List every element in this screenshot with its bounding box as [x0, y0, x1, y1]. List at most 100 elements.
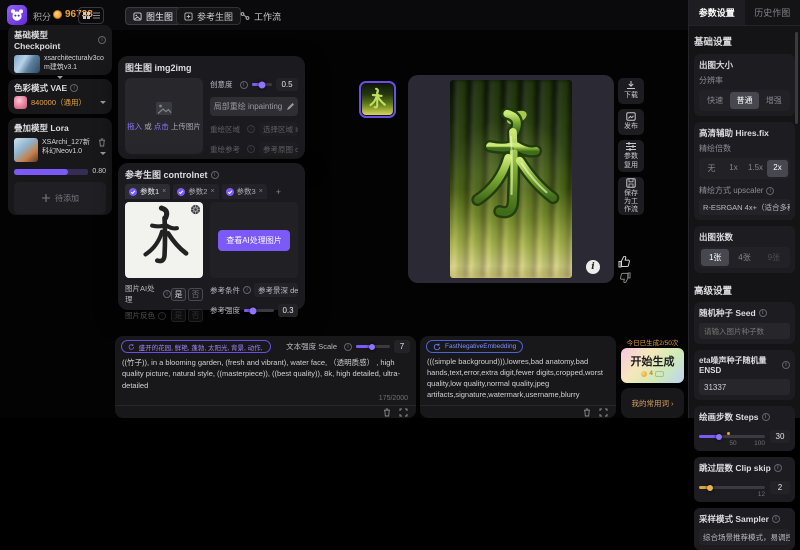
negative-prompt-input[interactable]: (((simple background))),lowres,bad anato… — [427, 357, 609, 401]
publish-button[interactable]: 发布 — [618, 109, 644, 135]
img2img-panel: 图生图 img2img 拖入 或 点击 上传图片 创意度i 0.5 局部重绘 — [118, 56, 305, 159]
info-icon[interactable]: i — [163, 290, 171, 298]
thumbs-down-icon[interactable] — [619, 272, 631, 283]
expand-icon[interactable] — [599, 408, 608, 417]
tab-img2img[interactable]: 图生图 — [125, 7, 181, 25]
sampler-select[interactable]: 综合场景推荐模式，易调控 (DP — [699, 529, 790, 545]
trash-icon[interactable] — [383, 408, 391, 417]
add-tab-icon[interactable]: + — [270, 187, 287, 197]
multiple-none[interactable]: 无 — [701, 160, 722, 177]
info-icon[interactable]: i — [344, 343, 352, 351]
info-icon[interactable]: i — [772, 515, 780, 523]
count-1[interactable]: 1张 — [701, 249, 729, 266]
info-icon[interactable]: i — [240, 81, 248, 89]
app-logo[interactable] — [7, 5, 27, 25]
scale-slider[interactable] — [356, 345, 390, 348]
gear-icon[interactable] — [190, 204, 201, 215]
favorite-words-button[interactable]: 我的常用词 › — [621, 388, 684, 418]
info-icon[interactable]: i — [70, 84, 78, 92]
resolution-normal[interactable]: 普通 — [730, 92, 758, 109]
multiple-2x[interactable]: 2x — [767, 160, 788, 177]
tab-history[interactable]: 历史作图 — [745, 0, 800, 26]
ai-process-toggle[interactable]: 是 否 — [171, 288, 203, 301]
clip-skip-value[interactable]: 2 — [770, 481, 790, 494]
panel-scrollbar[interactable] — [795, 32, 798, 124]
denoise-value[interactable]: 0.5 — [276, 78, 298, 91]
inpaint-button[interactable]: 局部重绘 inpainting — [210, 97, 298, 116]
controlnet-tab-3[interactable]: 参数3 × — [222, 184, 267, 199]
chevron-down-icon[interactable] — [100, 152, 106, 155]
upscaler-select[interactable]: R-ESRGAN 4x+（适合多种风 — [699, 199, 790, 215]
close-icon[interactable]: × — [259, 188, 263, 195]
check-circle-icon — [129, 188, 137, 196]
tab-parameter-settings[interactable]: 参数设置 — [689, 0, 745, 25]
multiple-1x[interactable]: 1x — [723, 160, 744, 177]
controlnet-ref-image[interactable] — [125, 202, 203, 278]
steps-value[interactable]: 30 — [770, 430, 790, 443]
image-info-icon[interactable]: i — [586, 260, 600, 274]
trash-icon[interactable] — [98, 138, 106, 147]
ensd-input[interactable] — [699, 379, 790, 395]
save-workflow-button[interactable]: 保存为工作流 — [618, 177, 644, 215]
controlnet-tab-2[interactable]: 参数2 × — [173, 184, 218, 199]
controlnet-tab-1[interactable]: 参数1 × — [125, 184, 170, 199]
tab-workflow[interactable]: 工作流 — [240, 7, 281, 25]
lora-item[interactable]: XSArchi_127新科幻Neov1.0 — [14, 138, 106, 162]
no-button[interactable]: 否 — [188, 288, 203, 301]
ref-strength-value[interactable]: 0.3 — [278, 304, 298, 317]
count-9[interactable]: 9张 — [760, 249, 788, 266]
vae-select[interactable]: 840000（通用） — [14, 96, 106, 109]
generated-image[interactable] — [450, 80, 572, 278]
generate-button[interactable]: 开始生成 4 — [621, 348, 684, 383]
yes-button[interactable]: 是 — [171, 288, 186, 301]
info-icon[interactable]: i — [766, 187, 774, 195]
invert-toggle[interactable]: 是 否 — [171, 309, 203, 322]
view-switcher — [78, 7, 104, 24]
expand-icon[interactable] — [399, 408, 408, 417]
close-icon[interactable]: × — [162, 188, 166, 195]
steps-slider[interactable] — [699, 435, 765, 438]
vae-section: 色彩模式 VAEi 840000（通用） — [8, 79, 112, 114]
close-icon[interactable]: × — [210, 188, 214, 195]
grid-view-icon[interactable] — [82, 11, 91, 20]
checkpoint-item[interactable]: xsarchitecturalv3com建筑v3.1 — [14, 55, 106, 73]
info-icon: i — [247, 145, 255, 153]
view-ai-image-button[interactable]: 查看AI处理图片 — [218, 230, 290, 251]
ref-strength-slider[interactable] — [244, 309, 274, 312]
generate-cost: 4 — [649, 370, 653, 377]
info-icon[interactable]: i — [782, 361, 790, 369]
trash-icon[interactable] — [583, 408, 591, 417]
download-button[interactable]: 下载 — [618, 78, 644, 104]
thumbs-up-icon[interactable] — [618, 256, 631, 268]
info-icon[interactable]: i — [211, 171, 219, 179]
redraw-region-select[interactable]: 选择区域 In — [259, 122, 298, 136]
info-icon[interactable]: i — [98, 36, 106, 44]
image-upload-dropzone[interactable]: 拖入 或 点击 上传图片 — [125, 78, 203, 154]
list-view-icon[interactable] — [92, 11, 101, 20]
resolution-fast[interactable]: 快速 — [701, 92, 729, 109]
reuse-params-button[interactable]: 参数复用 — [618, 140, 644, 172]
negative-embedding-pill[interactable]: FastNegativeEmbedding — [426, 340, 523, 353]
tab-ref-gen[interactable]: 参考生图 — [176, 7, 241, 25]
info-icon[interactable]: i — [774, 464, 782, 472]
ref-condition-select[interactable]: 参考景深 dept — [254, 283, 298, 297]
count-4[interactable]: 4张 — [730, 249, 758, 266]
info-icon[interactable]: i — [759, 309, 767, 317]
multiple-1-5x[interactable]: 1.5x — [745, 160, 766, 177]
info-icon[interactable]: i — [762, 413, 770, 421]
clip-skip-slider[interactable] — [699, 486, 765, 489]
img2img-icon — [133, 12, 142, 21]
denoise-slider[interactable] — [252, 83, 273, 86]
result-thumbnail[interactable] — [359, 81, 396, 118]
seed-input[interactable] — [699, 323, 790, 339]
info-icon[interactable]: i — [243, 286, 251, 294]
prompt-tags-pill[interactable]: 盛开的花园, 鲜艳, 蓬勃, 太阳光, 背景, 动作, 最佳质量 — [121, 340, 271, 353]
positive-prompt-input[interactable]: ((竹子)), in a blooming garden, (fresh and… — [122, 357, 409, 399]
redraw-ref-select[interactable]: 参考原图 or — [259, 142, 298, 156]
generate-button-label: 开始生成 — [621, 353, 684, 369]
scale-value[interactable]: 7 — [394, 340, 410, 353]
lora-weight-slider[interactable] — [14, 169, 88, 175]
daily-quota-text: 今日已生成2/50次 — [620, 337, 685, 347]
add-lora-button[interactable]: 待添加 — [14, 182, 106, 214]
resolution-enhance[interactable]: 增强 — [760, 92, 788, 109]
